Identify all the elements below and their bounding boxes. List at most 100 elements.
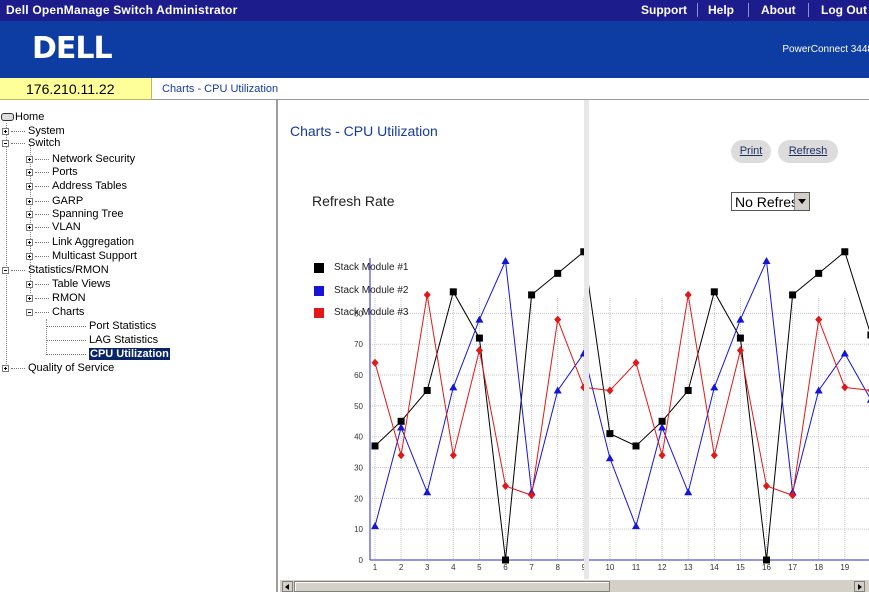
y-tick-label: 30 xyxy=(354,464,363,473)
breadcrumb-current: Charts - CPU Utilization xyxy=(162,83,279,95)
data-point-square xyxy=(502,556,509,564)
tree-charts[interactable]: Charts xyxy=(26,306,84,318)
x-tick-label: 16 xyxy=(762,563,771,572)
horizontal-scrollbar[interactable] xyxy=(280,579,869,592)
scroll-left-icon[interactable] xyxy=(282,581,293,592)
x-tick-label: 3 xyxy=(425,563,430,572)
data-point-diamond xyxy=(423,290,431,299)
expand-icon[interactable] xyxy=(2,364,9,372)
data-point-square xyxy=(423,386,431,394)
expand-icon[interactable] xyxy=(2,127,9,135)
tree-switch[interactable]: Switch xyxy=(2,137,60,149)
x-tick-label: 14 xyxy=(710,563,719,572)
expand-icon[interactable] xyxy=(26,238,33,246)
data-point-triangle xyxy=(710,383,719,391)
tree-rmon[interactable]: RMON xyxy=(26,292,86,304)
log-out-link[interactable]: Log Out xyxy=(821,3,867,17)
data-point-diamond xyxy=(475,346,483,355)
expand-icon[interactable] xyxy=(26,210,33,218)
tree-spanning-tree[interactable]: Spanning Tree xyxy=(26,208,124,220)
data-point-square xyxy=(528,291,536,299)
y-tick-label: 70 xyxy=(354,340,363,349)
data-point-triangle xyxy=(840,349,849,357)
collapse-icon[interactable] xyxy=(26,308,33,316)
link-separator xyxy=(808,3,809,17)
device-model: PowerConnect 3448 xyxy=(782,44,869,55)
expand-icon[interactable] xyxy=(26,223,33,231)
x-tick-label: 2 xyxy=(399,563,404,572)
expand-icon[interactable] xyxy=(26,252,33,260)
tree-garp[interactable]: GARP xyxy=(26,195,83,207)
data-point-triangle xyxy=(423,488,432,496)
tree-cpu-utilization[interactable]: CPU Utilization xyxy=(46,348,170,360)
tree-system[interactable]: System xyxy=(2,125,65,137)
data-point-triangle xyxy=(605,454,614,462)
data-point-triangle xyxy=(475,315,484,323)
data-point-triangle xyxy=(553,386,562,394)
data-point-triangle xyxy=(449,383,458,391)
tree-vlan[interactable]: VLAN xyxy=(26,221,81,233)
tree-address-tables[interactable]: Address Tables xyxy=(26,180,127,192)
tree-port-statistics[interactable]: Port Statistics xyxy=(46,320,156,332)
data-point-diamond xyxy=(684,290,692,299)
data-point-diamond xyxy=(841,383,849,392)
tree-quality-of-service[interactable]: Quality of Service xyxy=(2,362,114,374)
dell-logo: DELL xyxy=(32,31,113,66)
data-point-triangle xyxy=(762,257,771,265)
expand-icon[interactable] xyxy=(26,182,33,190)
tree-statistics-rmon[interactable]: Statistics/RMON xyxy=(2,264,109,276)
collapse-icon[interactable] xyxy=(2,139,9,147)
x-tick-label: 18 xyxy=(814,563,823,572)
expand-icon[interactable] xyxy=(26,280,33,288)
data-point-square xyxy=(449,288,457,296)
data-point-diamond xyxy=(815,315,823,324)
vertical-scrollbar[interactable] xyxy=(584,100,589,579)
x-tick-label: 11 xyxy=(632,563,641,572)
data-point-diamond xyxy=(658,451,666,460)
breadcrumb: Charts - CPU Utilization xyxy=(152,78,869,100)
collapse-icon[interactable] xyxy=(2,266,9,274)
x-tick-label: 12 xyxy=(658,563,667,572)
data-point-diamond xyxy=(371,358,379,367)
expand-icon[interactable] xyxy=(26,197,33,205)
y-tick-label: 20 xyxy=(354,494,363,503)
app-title: Dell OpenManage Switch Administrator xyxy=(6,3,238,17)
data-point-diamond xyxy=(554,315,562,324)
support-link[interactable]: Support xyxy=(641,3,687,17)
data-point-diamond xyxy=(736,346,744,355)
x-tick-label: 5 xyxy=(477,563,482,572)
navigation-tree: Home System Switch Network Security Port… xyxy=(0,100,278,592)
x-tick-label: 7 xyxy=(529,563,534,572)
about-link[interactable]: About xyxy=(761,3,796,17)
series-line-3 xyxy=(374,294,869,496)
expand-icon[interactable] xyxy=(26,294,33,302)
data-point-diamond xyxy=(502,482,509,491)
help-link[interactable]: Help xyxy=(708,3,734,17)
data-point-triangle xyxy=(736,315,745,323)
expand-icon[interactable] xyxy=(26,168,33,176)
data-point-square xyxy=(371,442,379,450)
home-icon xyxy=(1,113,14,122)
x-tick-label: 15 xyxy=(736,563,745,572)
scroll-thumb[interactable] xyxy=(294,581,610,592)
y-tick-label: 0 xyxy=(359,556,364,565)
tree-ports[interactable]: Ports xyxy=(26,166,78,178)
tree-link-aggregation[interactable]: Link Aggregation xyxy=(26,236,134,248)
data-point-square xyxy=(475,334,483,342)
data-point-square xyxy=(632,442,640,450)
tree-multicast-support[interactable]: Multicast Support xyxy=(26,250,137,262)
expand-icon[interactable] xyxy=(26,155,33,163)
data-point-diamond xyxy=(449,451,457,460)
data-point-triangle xyxy=(371,522,379,530)
tree-network-security[interactable]: Network Security xyxy=(26,153,135,165)
x-tick-label: 10 xyxy=(605,563,614,572)
tree-lag-statistics[interactable]: LAG Statistics xyxy=(46,334,158,346)
main-content: Charts - CPU Utilization Print Refresh R… xyxy=(280,100,869,579)
tree-table-views[interactable]: Table Views xyxy=(26,278,111,290)
scroll-right-icon[interactable] xyxy=(854,581,865,592)
x-tick-label: 4 xyxy=(451,563,456,572)
data-point-square xyxy=(710,288,718,296)
data-point-triangle xyxy=(814,386,823,394)
top-bar: Dell OpenManage Switch Administrator Sup… xyxy=(0,0,869,21)
tree-home[interactable]: Home xyxy=(1,111,44,123)
